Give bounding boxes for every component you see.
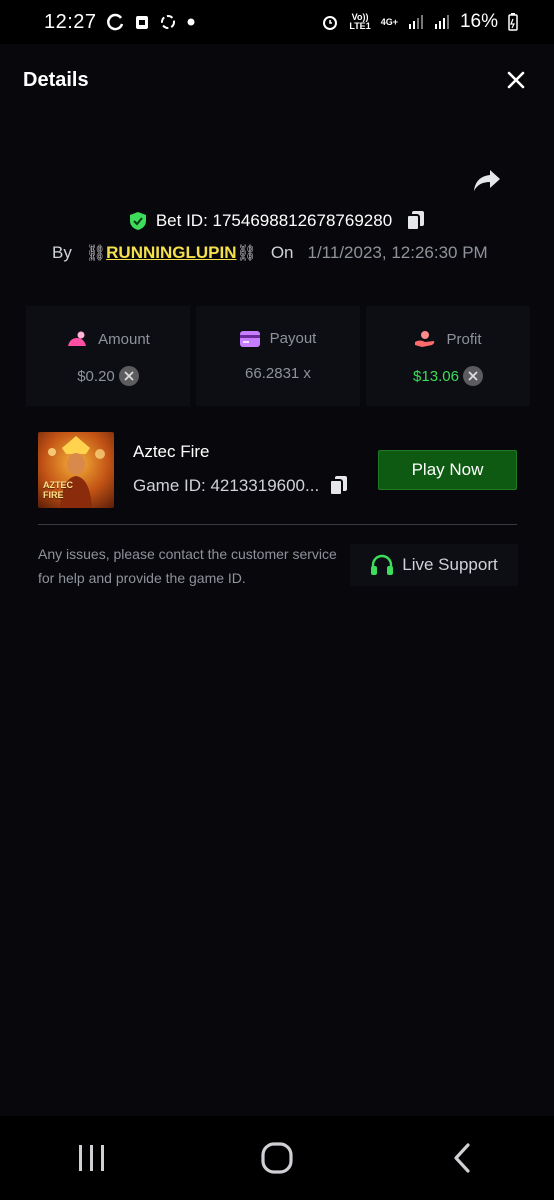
copy-game-id-button[interactable] — [329, 475, 349, 497]
sync-icon — [160, 15, 175, 29]
status-time: 12:27 — [44, 10, 97, 33]
user-chip: ⛓ RUNNINGLUPIN ⛓ — [86, 243, 257, 263]
live-support-button[interactable]: Live Support — [350, 544, 518, 586]
system-nav-bar — [0, 1116, 554, 1200]
play-now-button[interactable]: Play Now — [378, 450, 517, 490]
copy-icon — [329, 476, 348, 496]
details-panel: Details Bet ID: 1754698812678769280 By ⛓… — [0, 44, 554, 1116]
battery-icon — [508, 13, 518, 31]
headset-icon — [371, 554, 394, 575]
stats-row: Amount $0.20 Payout 66.2831 x Profit $13… — [26, 306, 530, 406]
stat-payout: Payout 66.2831 x — [196, 306, 360, 406]
bet-id-value: 1754698812678769280 — [212, 211, 393, 230]
bet-id-label: Bet ID: 1754698812678769280 — [155, 211, 393, 230]
share-icon — [474, 170, 500, 191]
currency-coin-icon — [462, 366, 483, 386]
page-title: Details — [23, 68, 89, 91]
thumbnail-title: AZTEC FIRE — [43, 480, 73, 500]
stat-amount-label: Amount — [98, 330, 150, 348]
by-label: By — [52, 243, 72, 262]
close-button[interactable] — [502, 66, 530, 94]
copy-bet-id-button[interactable] — [406, 210, 426, 232]
chain-icon: ⛓ — [85, 245, 107, 262]
game-id-text: Game ID: 4213319600... — [133, 476, 320, 495]
divider — [38, 524, 517, 525]
verified-shield-icon — [129, 212, 146, 230]
on-label: On — [270, 243, 294, 262]
bet-amount-icon — [68, 331, 87, 346]
username-link[interactable]: RUNNINGLUPIN — [106, 243, 236, 263]
copy-icon — [406, 211, 425, 231]
stat-profit-value: $13.06 — [413, 367, 459, 385]
close-icon — [507, 71, 525, 89]
network-type: 4G+ — [380, 16, 398, 27]
stat-payout-value-row: 66.2831 x — [245, 365, 311, 382]
by-row: By ⛓ RUNNINGLUPIN ⛓ On 1/11/2023, 12:26:… — [52, 240, 488, 266]
bet-id-row: Bet ID: 1754698812678769280 — [0, 206, 554, 236]
refresh-icon — [106, 13, 123, 31]
signal-icon-2 — [434, 15, 449, 29]
stat-amount-value-row: $0.20 — [77, 366, 139, 386]
home-icon — [261, 1142, 293, 1174]
home-button[interactable] — [247, 1128, 307, 1188]
battery-percent: 16% — [459, 11, 498, 32]
live-support-label: Live Support — [402, 555, 498, 574]
back-button[interactable] — [432, 1128, 492, 1188]
volte-indicator: Vo)) LTE1 — [349, 12, 371, 31]
stat-amount: Amount $0.20 — [26, 306, 190, 406]
hand-coin-icon — [415, 331, 435, 347]
game-thumbnail[interactable]: AZTEC FIRE — [38, 432, 114, 508]
stat-profit-value-row: $13.06 — [413, 366, 483, 386]
help-text: Any issues, please contact the customer … — [38, 546, 337, 586]
bet-date: 1/11/2023, 12:26:30 PM — [307, 243, 488, 262]
game-id-row: Game ID: 4213319600... — [133, 475, 349, 497]
clipboard-icon — [135, 16, 148, 29]
stat-payout-label-row: Payout — [239, 330, 317, 347]
currency-coin-icon — [118, 366, 139, 386]
stat-payout-label: Payout — [269, 330, 317, 347]
status-left: 12:27 — [44, 11, 195, 34]
card-icon — [239, 330, 260, 347]
back-icon — [454, 1143, 470, 1173]
chain-icon-right: ⛓ — [236, 245, 257, 262]
alarm-icon — [323, 16, 338, 30]
status-bar: 12:27 Vo)) LTE1 4G+ 16% — [0, 0, 554, 44]
recent-apps-icon — [79, 1145, 105, 1171]
header: Details — [0, 44, 554, 116]
stat-payout-value: 66.2831 x — [245, 365, 311, 382]
game-row: AZTEC FIRE Aztec Fire Game ID: 421331960… — [38, 432, 517, 508]
stat-profit-label-row: Profit — [414, 330, 482, 348]
dot-icon — [187, 18, 195, 26]
stat-amount-label-row: Amount — [66, 330, 150, 348]
stat-profit: Profit $13.06 — [366, 306, 530, 406]
recent-apps-button[interactable] — [62, 1128, 122, 1188]
status-right: Vo)) LTE1 4G+ 16% — [321, 11, 518, 33]
share-button[interactable] — [472, 168, 506, 198]
stat-amount-value: $0.20 — [77, 367, 115, 385]
stat-profit-label: Profit — [446, 330, 482, 348]
signal-icon — [408, 15, 423, 29]
game-name: Aztec Fire — [133, 442, 210, 461]
